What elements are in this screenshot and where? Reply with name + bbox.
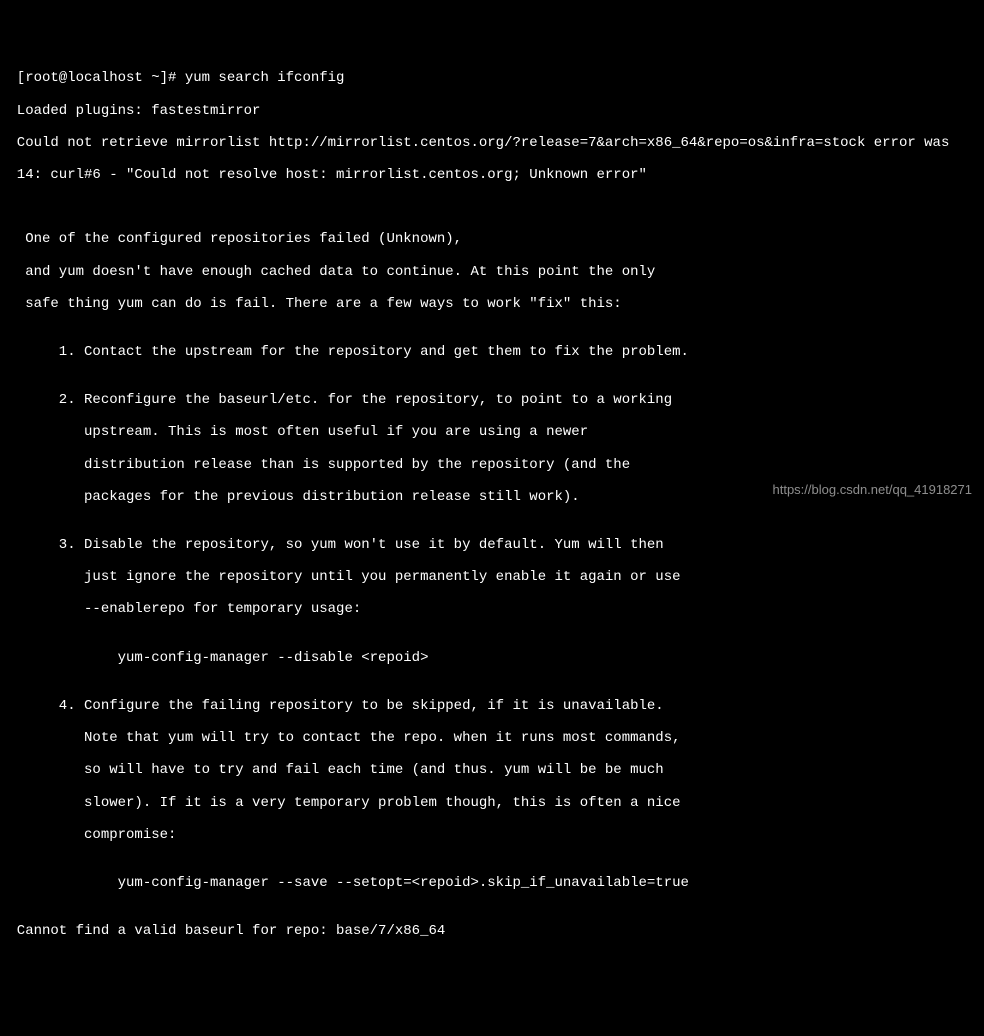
terminal-output-line: 14: curl#6 - "Could not resolve host: mi… [0,167,984,183]
terminal-output-line: yum-config-manager --save --setopt=<repo… [0,875,984,891]
terminal-output-line: safe thing yum can do is fail. There are… [0,296,984,312]
terminal-output-line: One of the configured repositories faile… [0,231,984,247]
terminal-output-line: yum-config-manager --disable <repoid> [0,650,984,666]
terminal-output-line: Loaded plugins: fastestmirror [0,103,984,119]
terminal-output-line: Could not retrieve mirrorlist http://mir… [0,135,984,151]
terminal-output-line: upstream. This is most often useful if y… [0,424,984,440]
terminal-output-line: 1. Contact the upstream for the reposito… [0,344,984,360]
terminal-prompt-line: [root@localhost ~]# yum search ifconfig [0,70,984,86]
terminal-output-line: Note that yum will try to contact the re… [0,730,984,746]
terminal-output-line: Cannot find a valid baseurl for repo: ba… [0,923,984,939]
terminal-output-line: --enablerepo for temporary usage: [0,601,984,617]
watermark-text: https://blog.csdn.net/qq_41918271 [773,483,973,498]
terminal-output-line: 3. Disable the repository, so yum won't … [0,537,984,553]
terminal-output-line: just ignore the repository until you per… [0,569,984,585]
terminal-output-line: and yum doesn't have enough cached data … [0,264,984,280]
terminal-output-line: distribution release than is supported b… [0,457,984,473]
terminal-output-line: slower). If it is a very temporary probl… [0,795,984,811]
terminal-output-line: compromise: [0,827,984,843]
terminal-output-line: 2. Reconfigure the baseurl/etc. for the … [0,392,984,408]
terminal-output-line: so will have to try and fail each time (… [0,762,984,778]
terminal-output-line: 4. Configure the failing repository to b… [0,698,984,714]
